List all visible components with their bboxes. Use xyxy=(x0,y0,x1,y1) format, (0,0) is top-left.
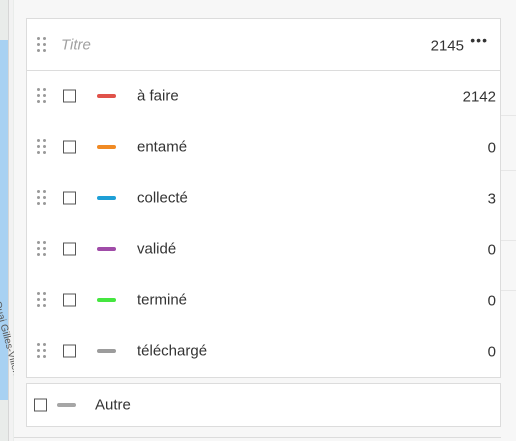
legend-item-label: terminé xyxy=(137,291,188,309)
legend-item[interactable]: validé 0 xyxy=(27,224,500,274)
legend-item-label: entamé xyxy=(137,138,188,156)
drag-handle-icon[interactable] xyxy=(37,36,47,53)
legend-item-color-swatch xyxy=(97,247,116,251)
legend-item-color-swatch xyxy=(97,196,116,200)
legend-item-count: 0 xyxy=(487,292,496,310)
legend-header: Titre 2145 ••• xyxy=(27,19,500,71)
drag-handle-icon[interactable] xyxy=(37,190,47,206)
other-color-swatch xyxy=(57,403,76,407)
map-background[interactable]: Quai Gilles-Villeneu xyxy=(0,0,14,441)
legend-item[interactable]: à faire 2142 xyxy=(27,71,500,121)
legend-item-checkbox[interactable] xyxy=(63,293,76,307)
legend-item-checkbox[interactable] xyxy=(63,242,76,256)
legend-panel: Titre 2145 ••• à faire 2142 entamé 0 collect… xyxy=(14,0,501,441)
legend-item-count: 0 xyxy=(487,343,496,361)
legend-item-color-swatch xyxy=(97,145,116,149)
legend-total-count: 2145 xyxy=(430,36,464,54)
legend-group: Titre 2145 ••• à faire 2142 entamé 0 collect… xyxy=(26,18,501,378)
other-label: Autre xyxy=(95,396,131,414)
legend-item-count: 3 xyxy=(487,190,496,208)
legend-item-label: validé xyxy=(137,240,177,258)
divider xyxy=(14,437,501,438)
legend-item-count: 2142 xyxy=(462,88,496,106)
legend-item-count: 0 xyxy=(487,241,496,259)
more-options-icon[interactable]: ••• xyxy=(470,32,488,48)
legend-item-checkbox[interactable] xyxy=(63,140,76,154)
other-checkbox[interactable] xyxy=(34,398,47,412)
legend-item[interactable]: entamé 0 xyxy=(27,122,500,172)
legend-item-label: à faire xyxy=(137,87,179,105)
legend-item[interactable]: collecté 3 xyxy=(27,173,500,223)
legend-title-input[interactable]: Titre xyxy=(61,36,91,53)
legend-item-checkbox[interactable] xyxy=(63,89,76,103)
legend-item-color-swatch xyxy=(97,349,116,353)
drag-handle-icon[interactable] xyxy=(37,343,47,359)
legend-item-color-swatch xyxy=(97,94,116,98)
legend-other-row: Autre xyxy=(26,383,501,427)
legend-item-checkbox[interactable] xyxy=(63,344,76,358)
drag-handle-icon[interactable] xyxy=(37,241,47,257)
legend-item-label: téléchargé xyxy=(137,342,208,360)
legend-item-checkbox[interactable] xyxy=(63,191,76,205)
legend-item-color-swatch xyxy=(97,298,116,302)
drag-handle-icon[interactable] xyxy=(37,139,47,155)
drag-handle-icon[interactable] xyxy=(37,292,47,308)
legend-item[interactable]: terminé 0 xyxy=(27,275,500,325)
legend-item[interactable]: téléchargé 0 xyxy=(27,326,500,376)
legend-item-label: collecté xyxy=(137,189,188,207)
drag-handle-icon[interactable] xyxy=(37,88,47,104)
legend-item-count: 0 xyxy=(487,139,496,157)
